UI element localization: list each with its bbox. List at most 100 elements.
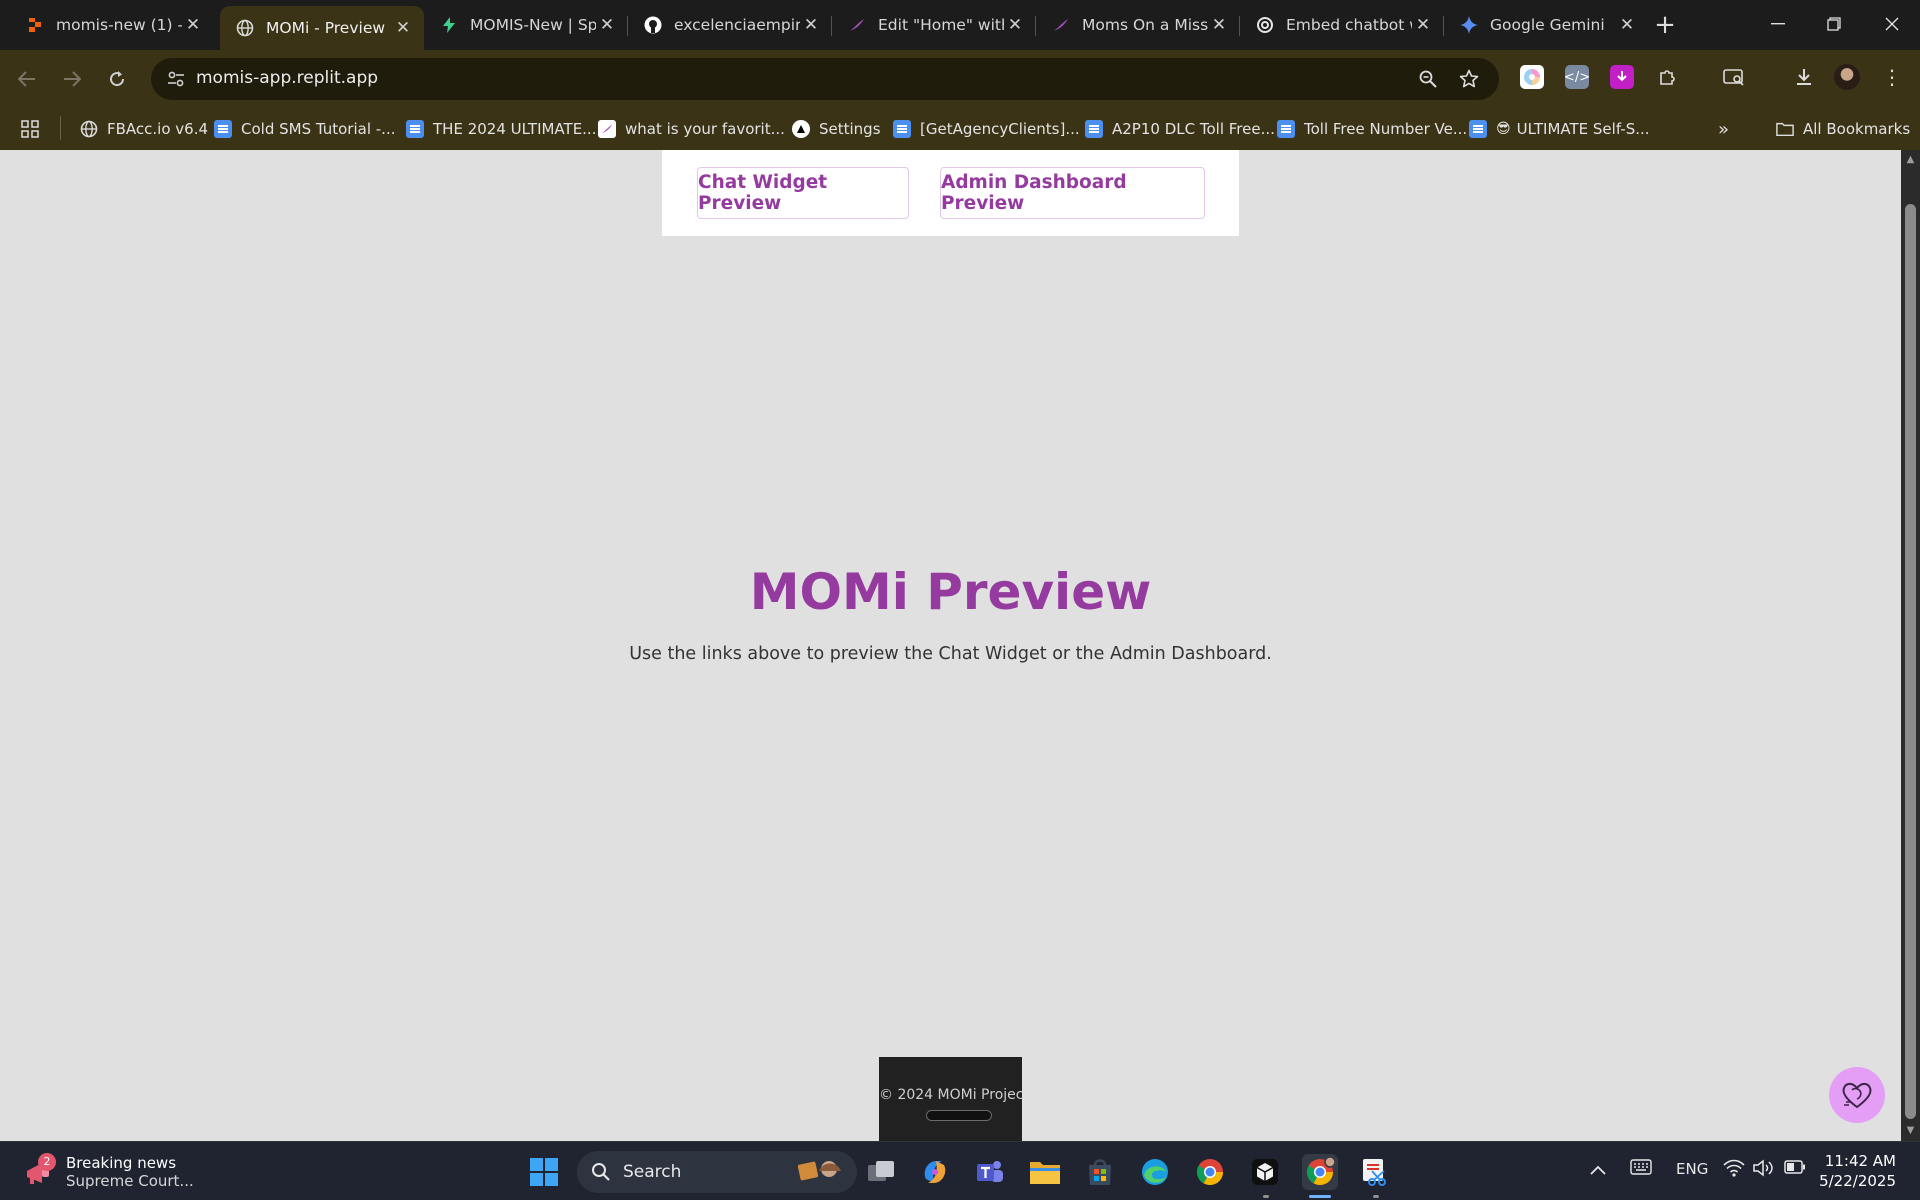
zoom-icon[interactable] — [1416, 67, 1440, 91]
tab-title: excelenciaempire — [674, 16, 800, 34]
folder-icon — [1776, 120, 1794, 138]
bookmark-label: Toll Free Number Ve... — [1304, 120, 1468, 138]
extensions-puzzle-icon[interactable] — [1655, 65, 1679, 89]
taskbar-clock[interactable]: 11:42 AM 5/22/2025 — [1800, 1151, 1896, 1191]
task-view-icon[interactable] — [863, 1154, 899, 1190]
tab-momi-preview[interactable]: MOMi - Preview ✕ — [220, 6, 424, 50]
apps-grid-icon[interactable] — [20, 118, 40, 140]
app-cube-icon[interactable] — [1247, 1154, 1283, 1190]
taskbar-search-box[interactable]: Search — [577, 1151, 857, 1193]
emoji-sunglasses-icon: 😎 — [1496, 121, 1511, 137]
gemini-icon — [1460, 16, 1478, 34]
all-bookmarks-folder[interactable]: All Bookmarks — [1776, 118, 1910, 140]
close-icon[interactable]: ✕ — [596, 15, 618, 35]
keyboard-icon[interactable] — [1630, 1159, 1652, 1179]
page-title: MOMi Preview — [749, 563, 1152, 621]
github-icon — [644, 16, 662, 34]
bolt-icon — [440, 16, 458, 34]
tab-momis-new-supabase[interactable]: MOMIS-New | Sp ✕ — [424, 6, 628, 44]
bookmark-a2p10[interactable]: A2P10 DLC Toll Free... — [1085, 118, 1275, 140]
bookmark-label: ULTIMATE Self-S... — [1516, 120, 1650, 138]
reload-button[interactable] — [100, 62, 134, 96]
search-icon — [592, 1163, 610, 1181]
tab-title: momis-new (1) - Replit — [56, 16, 182, 34]
file-explorer-icon[interactable] — [1027, 1154, 1063, 1190]
bookmark-2024-ultimate[interactable]: THE 2024 ULTIMATE... — [406, 118, 596, 140]
chrome-icon[interactable] — [1192, 1154, 1228, 1190]
close-icon[interactable]: ✕ — [1616, 15, 1638, 35]
tab-google-gemini[interactable]: Google Gemini ✕ — [1444, 6, 1648, 44]
tab-momis-new-replit[interactable]: momis-new (1) - Replit ✕ — [10, 6, 214, 44]
tab-embed-chatbot[interactable]: Embed chatbot w ✕ — [1240, 6, 1444, 44]
chat-launcher-button[interactable] — [1829, 1067, 1885, 1123]
close-icon[interactable]: ✕ — [1412, 15, 1434, 35]
close-window-button[interactable] — [1864, 0, 1920, 48]
downloads-icon[interactable] — [1792, 65, 1816, 89]
wifi-icon[interactable] — [1723, 1159, 1745, 1181]
news-widget-icon: 2 — [24, 1153, 56, 1187]
scroll-down-arrow-icon[interactable]: ▼ — [1904, 1125, 1917, 1136]
bookmark-label: what is your favorit... — [625, 120, 785, 138]
scroll-up-arrow-icon[interactable]: ▲ — [1904, 154, 1917, 165]
bookmark-ultimate-self[interactable]: 😎 ULTIMATE Self-S... — [1469, 118, 1650, 140]
more-bookmarks-chevron-icon[interactable]: » — [1718, 118, 1729, 140]
close-icon[interactable]: ✕ — [1004, 15, 1026, 35]
news-widget[interactable]: 2 Breaking news Supreme Court... — [24, 1152, 194, 1192]
site-info-icon[interactable] — [165, 68, 187, 90]
restore-button[interactable] — [1806, 0, 1862, 48]
page-footer: © 2024 MOMi Project. — [879, 1057, 1022, 1141]
bookmark-what-is-your-favorite[interactable]: what is your favorit... — [598, 118, 785, 140]
back-button[interactable] — [10, 62, 44, 96]
edge-icon[interactable] — [1137, 1154, 1173, 1190]
chevron-up-icon[interactable] — [1590, 1160, 1606, 1179]
scrollbar-thumb[interactable] — [1905, 204, 1916, 1119]
bookmark-cold-sms[interactable]: Cold SMS Tutorial -... — [214, 118, 396, 140]
new-tab-button[interactable]: + — [1650, 8, 1680, 42]
copilot-icon[interactable] — [917, 1154, 953, 1190]
bookmarks-bar: FBAcc.io v6.4 Cold SMS Tutorial -... THE… — [0, 108, 1920, 150]
bookmark-fbacc[interactable]: FBAcc.io v6.4 — [80, 118, 208, 140]
bookmark-label: THE 2024 ULTIMATE... — [433, 120, 597, 138]
volume-icon[interactable] — [1753, 1159, 1775, 1181]
microsoft-store-icon[interactable] — [1082, 1154, 1118, 1190]
forward-button[interactable] — [55, 62, 89, 96]
tab-moms-on-a-mission[interactable]: Moms On a Missi ✕ — [1036, 6, 1240, 44]
windows-start-icon[interactable] — [526, 1154, 562, 1190]
news-subtitle: Supreme Court... — [66, 1172, 194, 1190]
close-icon[interactable]: ✕ — [1208, 15, 1230, 35]
close-icon[interactable]: ✕ — [800, 15, 822, 35]
close-icon[interactable]: ✕ — [392, 18, 414, 38]
download-extension-icon[interactable] — [1610, 65, 1634, 89]
bookmark-toll-free-number[interactable]: Toll Free Number Ve... — [1277, 118, 1467, 140]
bookmark-getagencyclients[interactable]: [GetAgencyClients]... — [893, 118, 1080, 140]
app-active-indicator — [1309, 1195, 1331, 1198]
bookmark-label: A2P10 DLC Toll Free... — [1112, 120, 1275, 138]
page-scrollbar[interactable]: ▲ ▼ — [1901, 150, 1920, 1141]
menu-kebab-icon[interactable]: ⋮ — [1880, 65, 1904, 89]
page-viewport: Chat Widget Preview Admin Dashboard Prev… — [0, 150, 1901, 1141]
bookmark-settings[interactable]: Settings — [792, 118, 881, 140]
tab-title: Google Gemini — [1490, 16, 1605, 34]
all-bookmarks-label: All Bookmarks — [1803, 120, 1911, 138]
snipping-tool-icon[interactable] — [1357, 1154, 1393, 1190]
teams-icon[interactable] — [972, 1154, 1008, 1190]
chat-widget-preview-link[interactable]: Chat Widget Preview — [697, 167, 909, 219]
tab-title: Edit "Home" with — [878, 16, 1004, 34]
page-subtitle: Use the links above to preview the Chat … — [629, 644, 1272, 664]
chrome-profile-icon[interactable] — [1302, 1154, 1338, 1190]
triangle-icon — [792, 120, 810, 138]
tab-search-icon[interactable] — [1722, 65, 1746, 89]
globe-icon — [80, 120, 98, 138]
tab-github[interactable]: excelenciaempire ✕ — [628, 6, 832, 44]
minimize-button[interactable] — [1750, 0, 1806, 48]
code-extension-icon[interactable]: </> — [1564, 65, 1590, 89]
quill-icon — [848, 16, 866, 34]
address-bar[interactable]: momis-app.replit.app — [151, 58, 1499, 100]
profile-avatar[interactable] — [1834, 64, 1860, 90]
language-indicator[interactable]: ENG — [1676, 1160, 1708, 1178]
tab-edit-home[interactable]: Edit "Home" with ✕ — [832, 6, 1036, 44]
close-icon[interactable]: ✕ — [182, 15, 204, 35]
extension-color-icon[interactable] — [1520, 65, 1544, 89]
bookmark-star-icon[interactable] — [1457, 67, 1481, 91]
admin-dashboard-preview-link[interactable]: Admin Dashboard Preview — [940, 167, 1205, 219]
